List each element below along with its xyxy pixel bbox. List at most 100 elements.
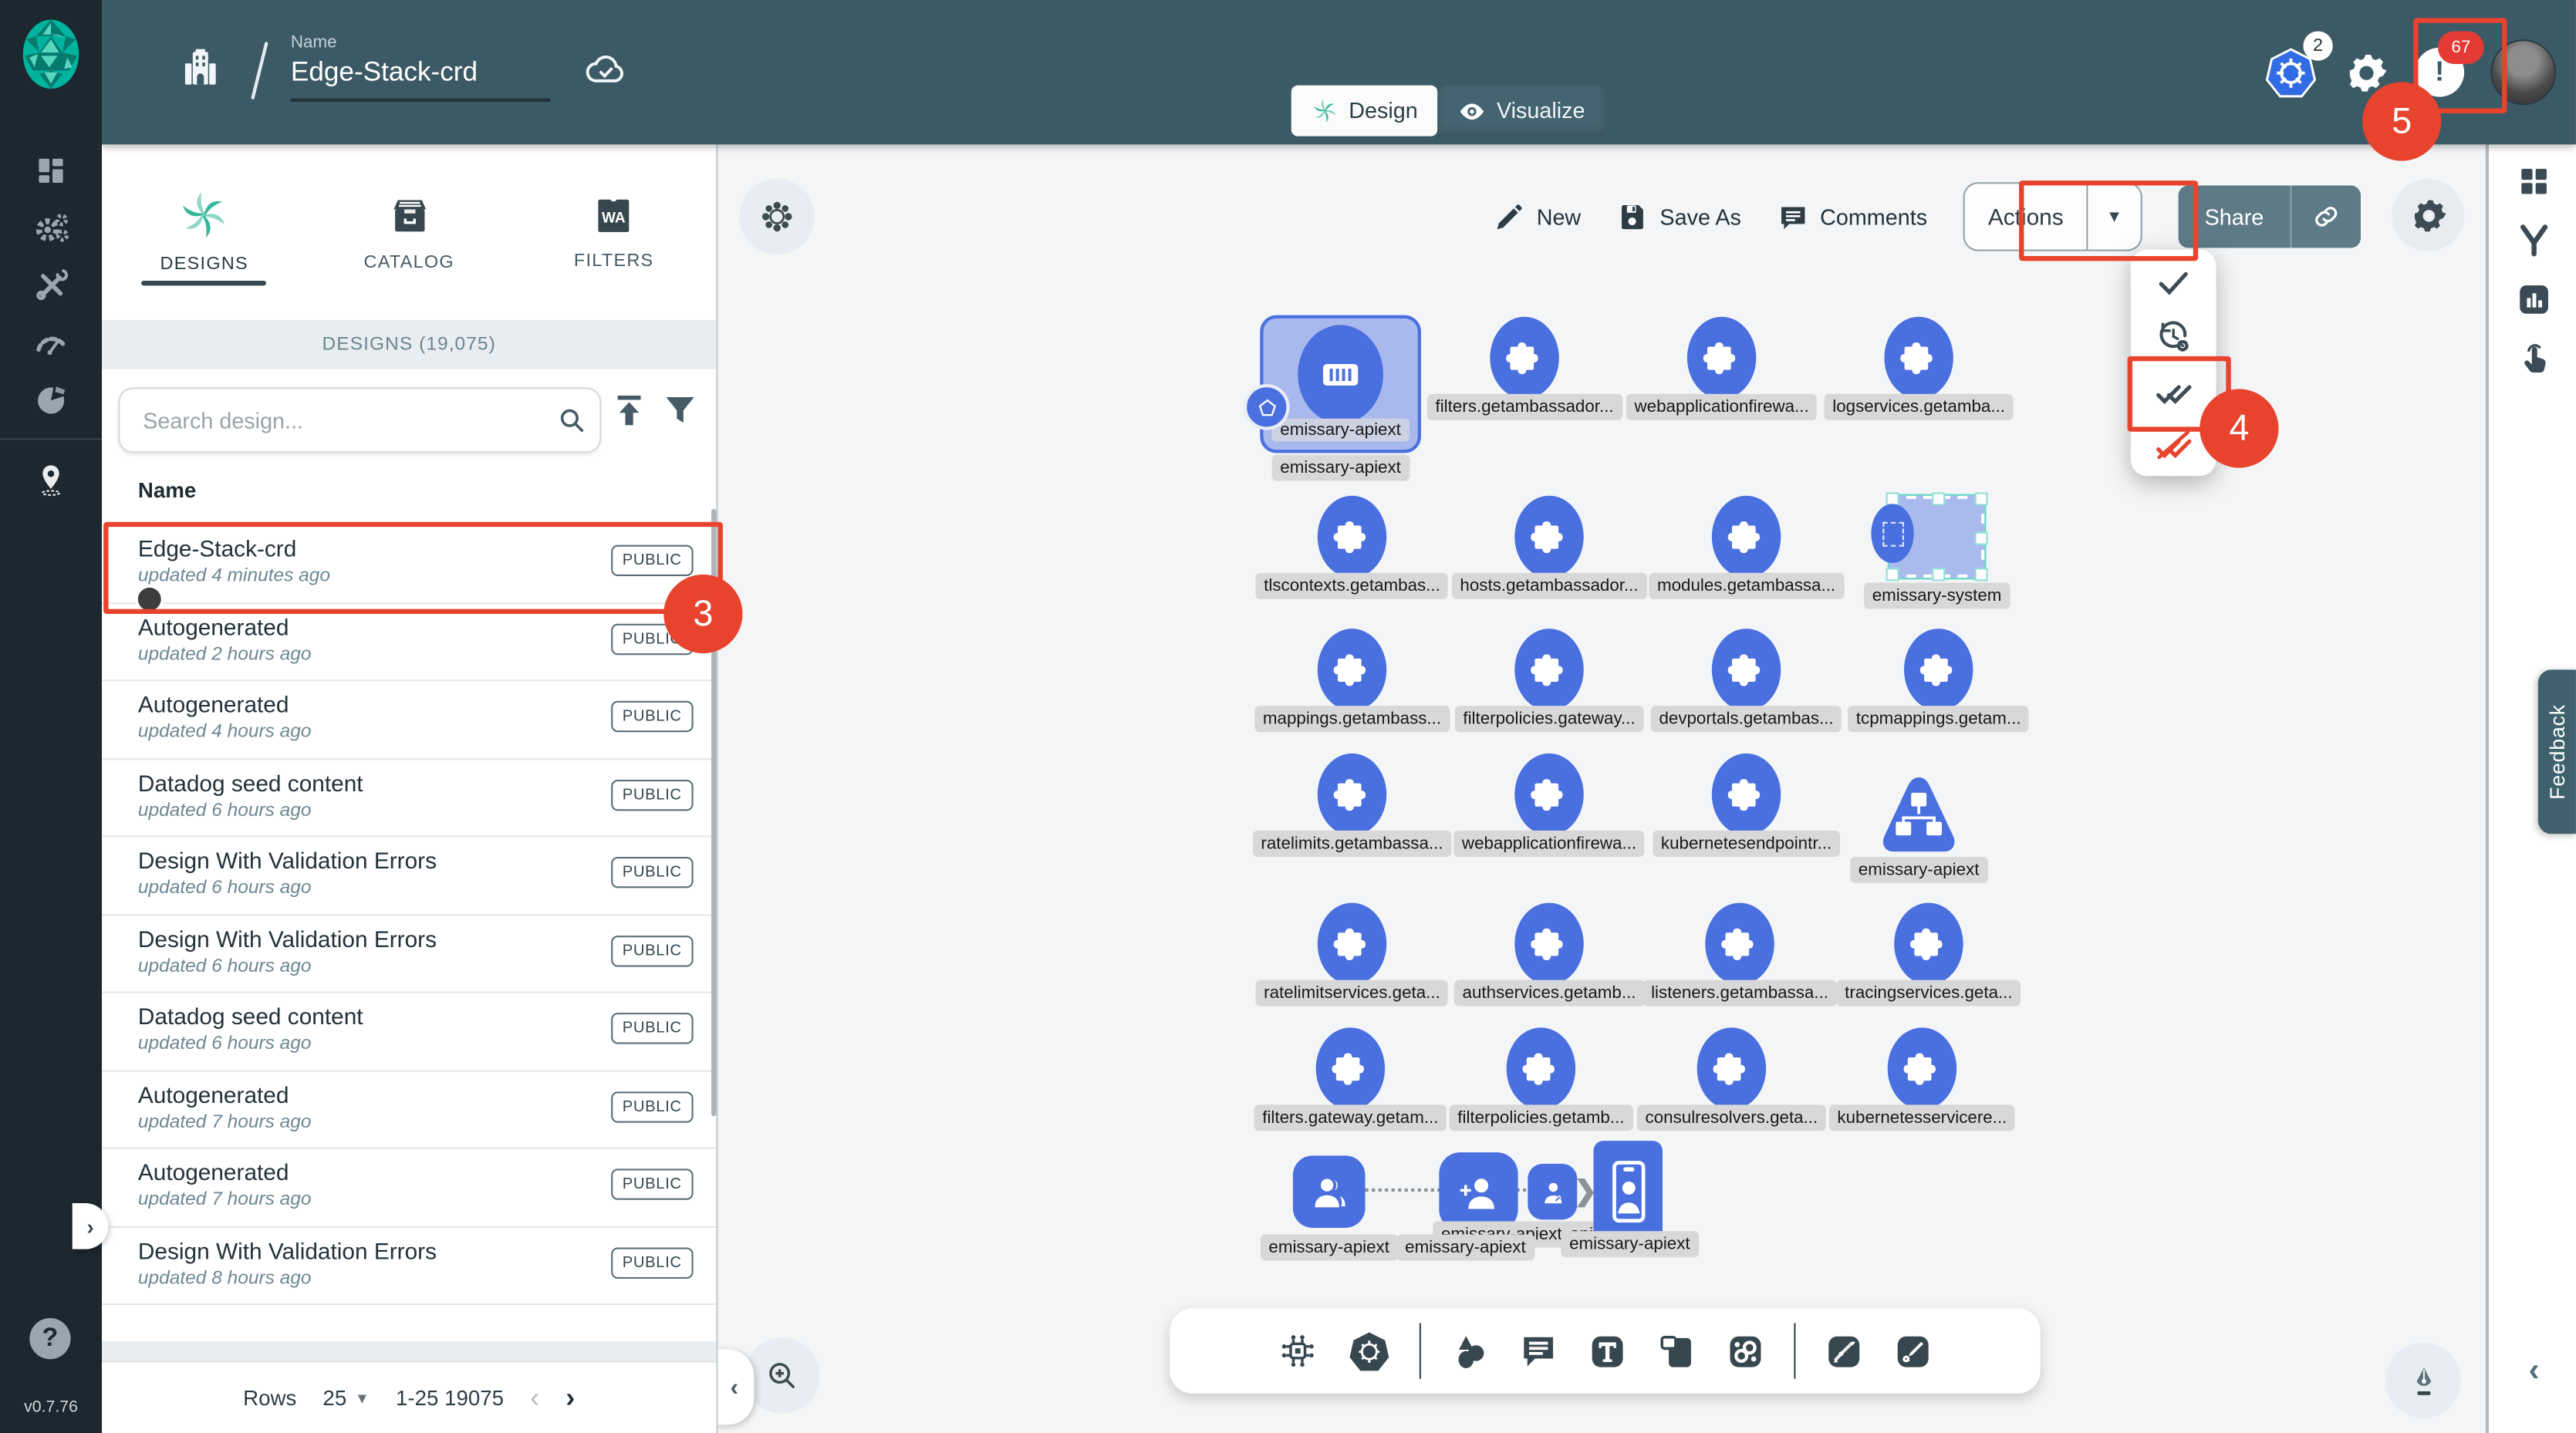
design-name-value[interactable]: Edge-Stack-crd	[291, 57, 550, 88]
crd-node-icon[interactable]	[1318, 629, 1386, 710]
pen-icon[interactable]	[1824, 1330, 1865, 1371]
crd-node-icon[interactable]	[1904, 629, 1973, 710]
canvas-node[interactable]	[1490, 317, 1558, 399]
people-node-icon[interactable]	[1293, 1155, 1366, 1228]
user-avatar[interactable]	[2490, 39, 2556, 105]
zoom-in-button[interactable]	[744, 1338, 820, 1414]
badge-card-node-icon[interactable]	[1594, 1141, 1663, 1242]
canvas-node[interactable]	[1712, 496, 1781, 578]
canvas-node[interactable]	[1904, 629, 1973, 710]
search-input[interactable]	[140, 406, 544, 434]
canvas-node[interactable]	[1875, 771, 1963, 860]
organization-icon[interactable]	[177, 44, 224, 90]
crd-node-icon[interactable]	[1894, 903, 1963, 985]
note-icon[interactable]	[1656, 1330, 1697, 1371]
actions-caret-icon[interactable]: ▼	[2088, 207, 2141, 225]
design-list-row[interactable]: Edge-Stack-crd updated 4 minutes ago PUB…	[102, 525, 716, 603]
new-button[interactable]: New	[1494, 201, 1581, 232]
crd-node-icon[interactable]	[1687, 317, 1756, 399]
right-panel-collapse-button[interactable]: ‹	[2489, 1353, 2576, 1391]
design-list-row[interactable]: Autogenerated updated 4 hours ago PUBLIC	[102, 681, 716, 759]
text-icon[interactable]	[1587, 1330, 1628, 1371]
crd-node-icon[interactable]	[1712, 629, 1781, 710]
selected-node-card[interactable]: emissary-apiext	[1260, 315, 1421, 454]
performance-icon[interactable]	[0, 314, 102, 371]
design-list-row[interactable]: Autogenerated updated 7 hours ago PUBLIC	[102, 1071, 716, 1149]
canvas-node[interactable]	[1894, 903, 1963, 985]
chart-icon[interactable]	[2489, 269, 2576, 329]
crd-node-icon[interactable]	[1316, 1027, 1385, 1109]
comments-button[interactable]: Comments	[1778, 201, 1927, 232]
design-list-row[interactable]: Design With Validation Errors updated 6 …	[102, 915, 716, 993]
feedback-tab[interactable]: Feedback	[2538, 669, 2576, 834]
pentagon-badge-icon[interactable]	[1244, 384, 1290, 430]
canvas-node[interactable]	[1514, 629, 1583, 710]
canvas-node[interactable]	[1712, 754, 1781, 835]
relationships-icon[interactable]	[2489, 210, 2576, 269]
meshery-logo-icon[interactable]	[16, 16, 85, 92]
design-list-row[interactable]: Autogenerated updated 2 hours ago PUBLIC	[102, 603, 716, 681]
canvas-node[interactable]	[1439, 1152, 1518, 1231]
tools-icon[interactable]	[0, 256, 102, 313]
crd-node-icon[interactable]	[1888, 1027, 1956, 1109]
crd-node-icon[interactable]	[1705, 903, 1774, 985]
crd-node-icon[interactable]	[1514, 903, 1583, 985]
touch-icon[interactable]	[2489, 329, 2576, 388]
link-icon[interactable]	[1725, 1330, 1766, 1371]
crd-node-icon[interactable]	[1514, 629, 1583, 710]
previous-page-button[interactable]: ‹	[530, 1381, 539, 1414]
crd-node-icon[interactable]	[1514, 496, 1583, 578]
design-list-row[interactable]: Design With Validation Errors updated 6 …	[102, 837, 716, 915]
design-list-row[interactable]: Autogenerated updated 7 hours ago PUBLIC	[102, 1149, 716, 1227]
design-name-field[interactable]: Name Edge-Stack-crd	[291, 33, 550, 102]
design-canvas[interactable]: New Save As Comments Actions	[718, 144, 2486, 1433]
canvas-node[interactable]	[1889, 496, 1985, 578]
crd-node-icon[interactable]	[1318, 754, 1386, 835]
kubernetes-icon[interactable]	[1347, 1329, 1391, 1373]
canvas-node[interactable]	[1318, 754, 1386, 835]
tab-design[interactable]: Design	[1291, 86, 1438, 137]
canvas-node[interactable]: emissary-apiext	[1260, 315, 1421, 454]
kubernetes-context-icon[interactable]: 2	[2264, 46, 2318, 99]
selected-namespace-node[interactable]	[1889, 496, 1985, 578]
canvas-node[interactable]	[1318, 903, 1386, 985]
crd-node-icon[interactable]	[1507, 1027, 1575, 1109]
search-icon[interactable]	[544, 393, 599, 448]
canvas-node[interactable]	[1528, 1164, 1577, 1219]
grid-icon[interactable]	[2489, 151, 2576, 211]
crd-node-icon[interactable]	[1697, 1027, 1766, 1109]
canvas-node[interactable]	[1697, 1027, 1766, 1109]
tab-visualize[interactable]: Visualize	[1437, 86, 1605, 137]
canvas-node[interactable]	[1514, 903, 1583, 985]
design-list-row[interactable]: Design With Validation Errors updated 8 …	[102, 1227, 716, 1305]
person-node-icon[interactable]	[1528, 1164, 1577, 1219]
person-add-node-icon[interactable]	[1439, 1152, 1518, 1231]
dashboard-icon[interactable]	[0, 141, 102, 198]
pen-tool-button[interactable]	[2385, 1343, 2461, 1418]
crd-node-icon[interactable]	[1318, 903, 1386, 985]
crd-node-icon[interactable]	[1712, 754, 1781, 835]
circuit-icon[interactable]	[1277, 1330, 1319, 1372]
comment-icon[interactable]	[1518, 1330, 1559, 1371]
canvas-node[interactable]	[1888, 1027, 1956, 1109]
pin-icon[interactable]	[0, 450, 102, 507]
canvas-settings-gear-icon[interactable]	[2392, 179, 2464, 251]
history-config-menu-item[interactable]	[2131, 309, 2216, 362]
canvas-node[interactable]	[1318, 629, 1386, 710]
canvas-node[interactable]	[1514, 754, 1583, 835]
shapes-icon[interactable]	[1449, 1330, 1490, 1371]
design-list-row[interactable]: Datadog seed content updated 6 hours ago…	[102, 993, 716, 1071]
crd-node-icon[interactable]	[1514, 754, 1583, 835]
crd-node-icon[interactable]	[1884, 317, 1953, 399]
canvas-node[interactable]	[1507, 1027, 1575, 1109]
next-page-button[interactable]: ›	[566, 1381, 575, 1414]
panel-collapse-tab[interactable]: ‹	[718, 1349, 755, 1425]
canvas-node[interactable]	[1712, 629, 1781, 710]
canvas-node[interactable]	[1884, 317, 1953, 399]
canvas-node[interactable]	[1318, 496, 1386, 578]
save-as-button[interactable]: Save As	[1617, 201, 1741, 232]
import-design-icon[interactable]	[609, 391, 649, 430]
tab-catalog[interactable]: CATALOG	[306, 144, 511, 320]
crd-node-icon[interactable]	[1712, 496, 1781, 578]
draw-icon[interactable]	[1892, 1330, 1933, 1371]
